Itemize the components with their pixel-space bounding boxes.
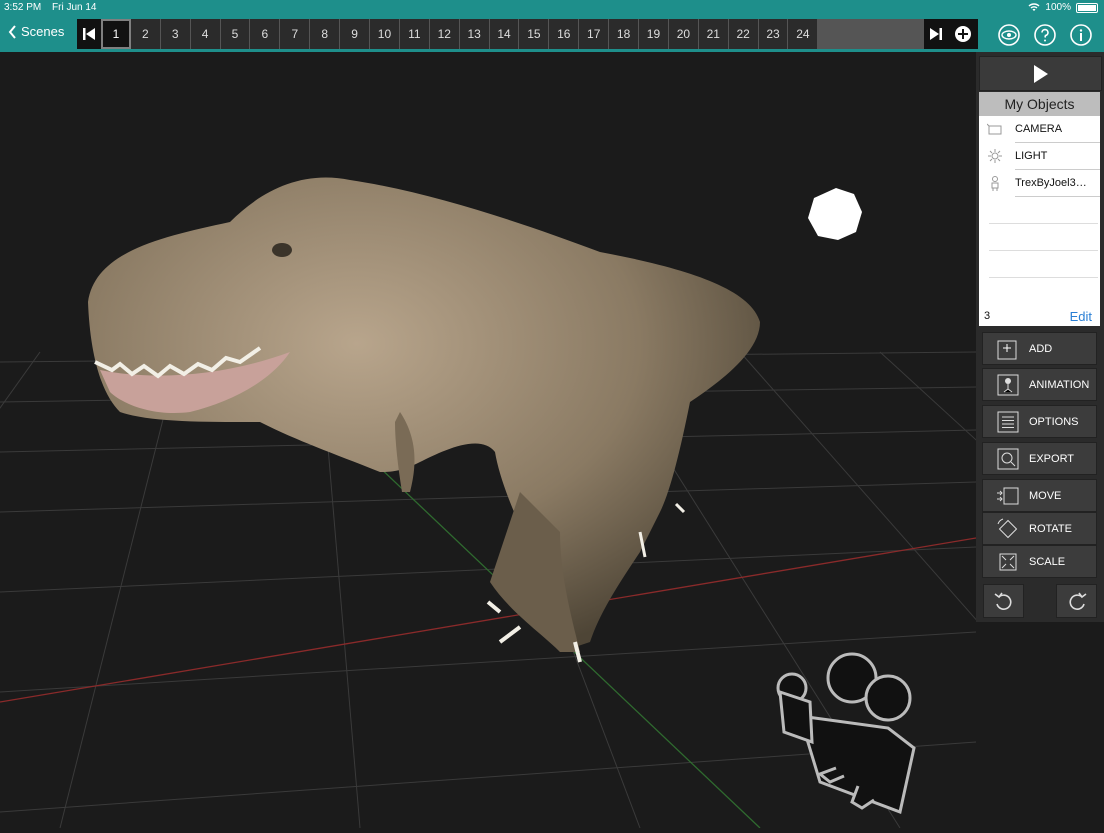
scale-button[interactable]: SCALE [982, 545, 1097, 578]
scale-icon [997, 551, 1019, 573]
timeline-frame-3[interactable]: 3 [160, 19, 191, 49]
empty-row [989, 197, 1098, 224]
object-label: LIGHT [1015, 150, 1048, 162]
skip-end-icon [930, 28, 942, 40]
timeline-frame-10[interactable]: 10 [370, 19, 400, 49]
timeline-frame-2[interactable]: 2 [130, 19, 161, 49]
first-frame-button[interactable] [77, 19, 101, 49]
timeline-frame-5[interactable]: 5 [220, 19, 251, 49]
status-right: 100% [1028, 2, 1098, 13]
my-objects-panel: My Objects CAMERA LIGHT TrexByJoel3… 3 E… [979, 92, 1100, 326]
timeline-frame-19[interactable]: 19 [639, 19, 669, 49]
back-to-scenes-button[interactable]: Scenes [8, 24, 64, 39]
battery-icon [1076, 2, 1098, 13]
timeline-frame-1[interactable]: 1 [101, 19, 131, 49]
object-label: TrexByJoel3… [1015, 177, 1087, 189]
undo-button[interactable] [983, 584, 1024, 618]
battery-percent: 100% [1045, 2, 1071, 13]
light-icon [988, 149, 1002, 163]
timeline-empty-area [817, 19, 924, 49]
help-icon [1034, 24, 1056, 46]
timeline-frame-11[interactable]: 11 [399, 19, 430, 49]
timeline-frame-8[interactable]: 8 [310, 19, 341, 49]
rotate-button[interactable]: ROTATE [982, 512, 1097, 545]
camera-icon [987, 123, 1002, 135]
animation-button[interactable]: ANIMATION [982, 368, 1097, 401]
edit-objects-button[interactable]: Edit [1070, 309, 1092, 324]
view-eye-button[interactable] [998, 24, 1020, 46]
object-row-trex[interactable]: TrexByJoel3… [991, 170, 1100, 197]
tool-label: ADD [1029, 342, 1053, 355]
timeline-frame-18[interactable]: 18 [609, 19, 640, 49]
redo-icon [1069, 592, 1086, 610]
play-icon [1033, 64, 1048, 83]
tool-label: ANIMATION [1029, 378, 1090, 391]
frame-timeline: 1 2 3 4 5 6 7 8 9 10 11 12 13 14 15 16 17 18 19 20 21 22 23 24 [77, 19, 978, 49]
object-row-camera[interactable]: CAMERA [987, 116, 1100, 143]
redo-button[interactable] [1056, 584, 1097, 618]
timeline-frame-17[interactable]: 17 [579, 19, 610, 49]
model-icon [991, 176, 999, 191]
top-bar: 3:52 PM Fri Jun 14 100% Scenes 123456789… [0, 0, 1104, 52]
tool-label: OPTIONS [1029, 415, 1079, 428]
eye-icon [998, 24, 1020, 46]
timeline-frame-12[interactable]: 12 [429, 19, 460, 49]
timeline-frame-20[interactable]: 20 [668, 19, 699, 49]
my-objects-title: My Objects [979, 92, 1100, 116]
timeline-frame-7[interactable]: 7 [280, 19, 311, 49]
frame-list: 1 2 3 4 5 6 7 8 9 10 11 12 13 14 15 16 17 18 19 20 21 22 23 24 [101, 19, 819, 49]
last-frame-button[interactable] [924, 19, 948, 49]
timeline-frame-24[interactable]: 24 [788, 19, 819, 49]
help-button[interactable] [1034, 24, 1056, 46]
animation-icon [997, 374, 1019, 396]
empty-row [989, 224, 1098, 251]
tool-label: MOVE [1029, 489, 1062, 502]
timeline-frame-16[interactable]: 16 [549, 19, 580, 49]
export-icon [997, 448, 1019, 470]
object-label: CAMERA [1015, 123, 1063, 135]
options-button[interactable]: OPTIONS [982, 405, 1097, 438]
wifi-icon [1028, 3, 1040, 11]
chevron-left-icon [8, 24, 16, 39]
timeline-frame-6[interactable]: 6 [250, 19, 281, 49]
add-button[interactable]: ADD [982, 332, 1097, 365]
3d-viewport[interactable] [0, 52, 1104, 829]
tool-label: EXPORT [1029, 452, 1075, 465]
timeline-frame-13[interactable]: 13 [459, 19, 490, 49]
add-icon [997, 338, 1019, 360]
move-button[interactable]: MOVE [982, 479, 1097, 512]
object-count: 3 [984, 310, 991, 322]
timeline-frame-21[interactable]: 21 [698, 19, 729, 49]
timeline-frame-4[interactable]: 4 [190, 19, 221, 49]
play-button[interactable] [979, 56, 1102, 91]
plus-circle-icon [955, 26, 971, 42]
timeline-frame-15[interactable]: 15 [519, 19, 550, 49]
options-icon [997, 411, 1019, 433]
skip-start-icon [83, 28, 95, 40]
info-icon [1070, 24, 1092, 46]
timeline-frame-22[interactable]: 22 [728, 19, 759, 49]
timeline-frame-23[interactable]: 23 [758, 19, 789, 49]
tool-label: SCALE [1029, 555, 1066, 568]
viewport-canvas [0, 52, 1104, 829]
timeline-frame-9[interactable]: 9 [340, 19, 371, 49]
timeline-frame-14[interactable]: 14 [489, 19, 520, 49]
right-panel: My Objects CAMERA LIGHT TrexByJoel3… 3 E… [976, 52, 1104, 622]
top-right-icons [998, 24, 1092, 46]
status-time: 3:52 PM [4, 2, 42, 13]
object-row-light[interactable]: LIGHT [988, 143, 1100, 170]
rotate-icon [997, 518, 1019, 540]
export-button[interactable]: EXPORT [982, 442, 1097, 475]
empty-row [989, 251, 1098, 278]
tool-label: ROTATE [1029, 522, 1072, 535]
objects-footer: 3 Edit [979, 306, 1100, 326]
move-icon [997, 485, 1019, 507]
info-button[interactable] [1070, 24, 1092, 46]
status-bar: 3:52 PM Fri Jun 14 100% [0, 0, 1104, 16]
status-date: Fri Jun 14 [52, 2, 97, 13]
undo-icon [994, 592, 1011, 610]
add-frame-button[interactable] [948, 19, 978, 49]
back-label: Scenes [21, 24, 65, 39]
